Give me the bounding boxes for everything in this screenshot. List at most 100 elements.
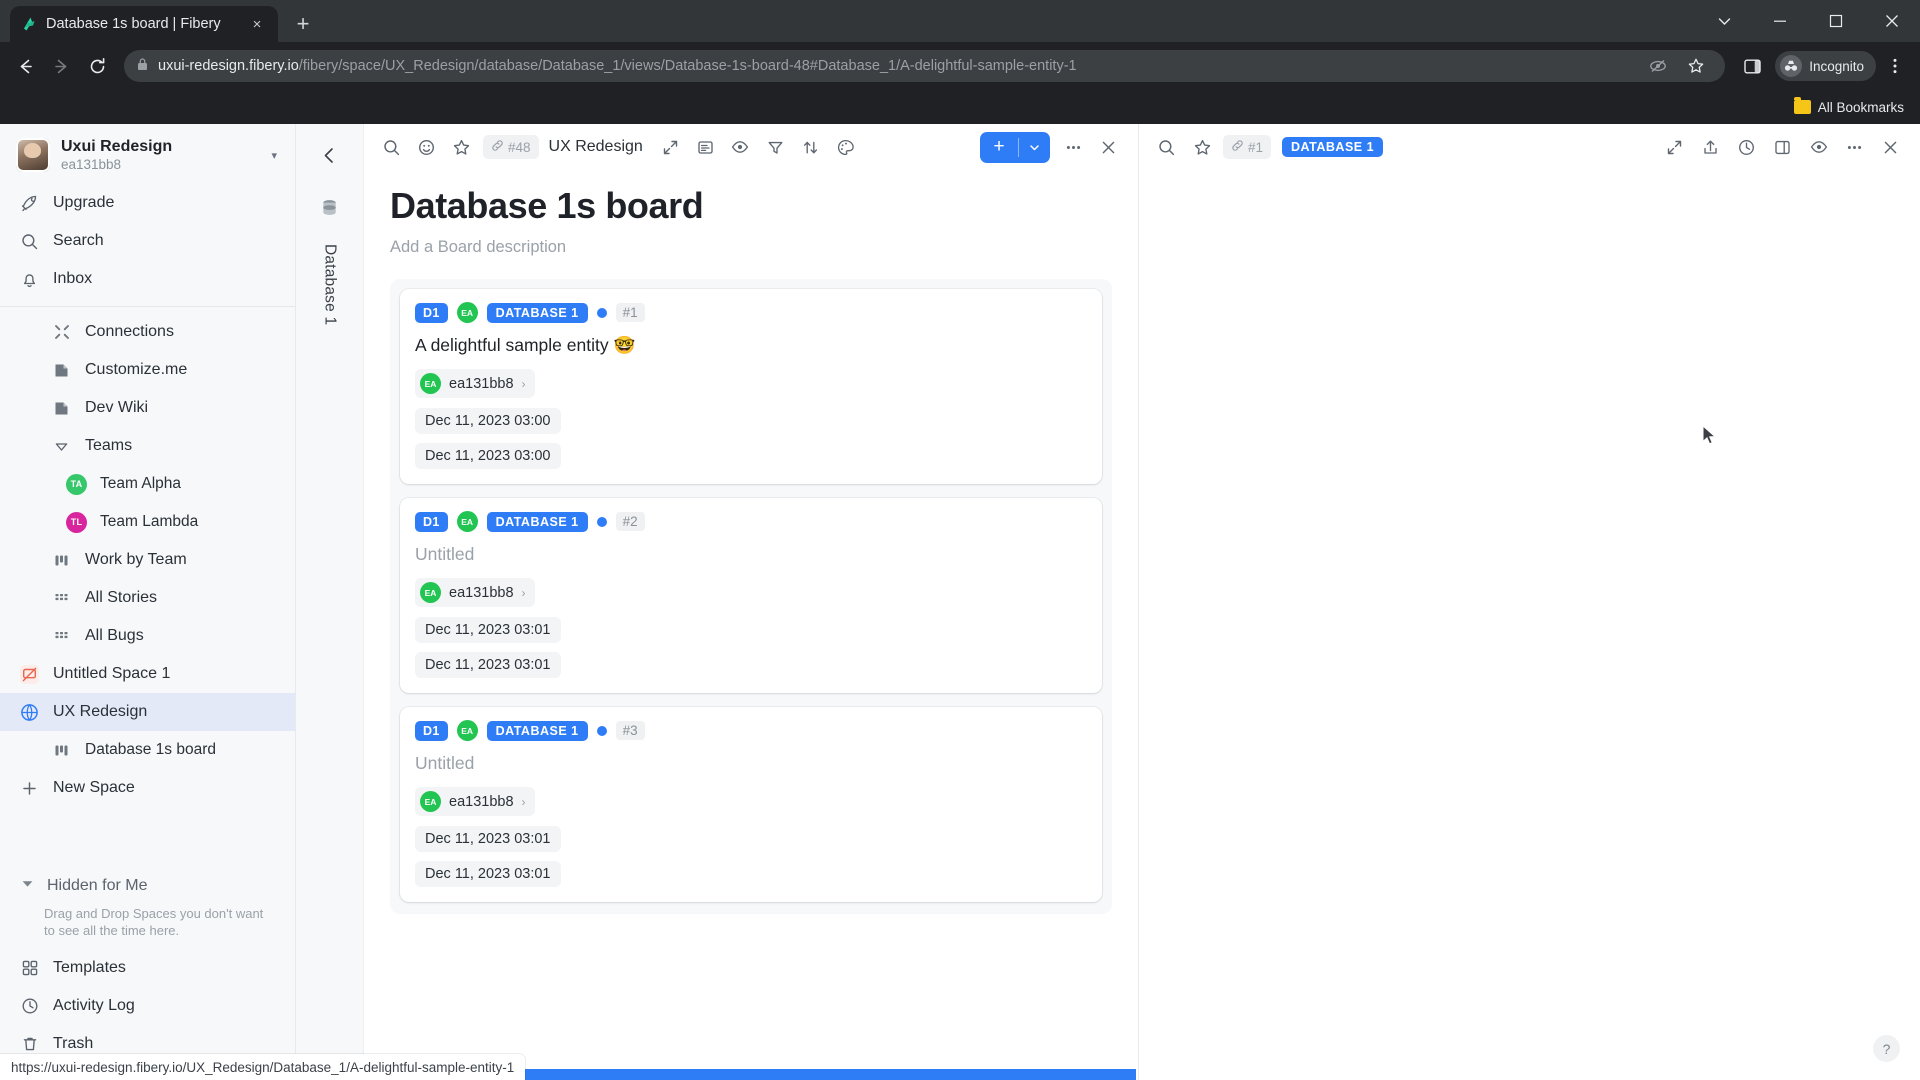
sidebar-item-team-lambda[interactable]: TL Team Lambda — [0, 503, 295, 541]
url-text: uxui-redesign.fibery.io/fibery/space/UX_… — [158, 58, 1632, 74]
forward-button[interactable] — [44, 49, 78, 83]
rocket-icon — [19, 194, 40, 213]
tab-close-icon[interactable]: × — [246, 13, 268, 35]
close-icon[interactable] — [1864, 0, 1920, 42]
card-title[interactable]: A delightful sample entity 🤓 — [415, 335, 1087, 356]
card-title[interactable]: Untitled — [415, 753, 1087, 774]
third-party-cookies-icon[interactable] — [1641, 49, 1675, 83]
card-title[interactable]: Untitled — [415, 544, 1087, 565]
board-description-placeholder[interactable]: Add a Board description — [364, 228, 1138, 257]
sidebar-item-teams[interactable]: Teams — [0, 427, 295, 465]
history-icon[interactable] — [1731, 132, 1762, 163]
new-tab-button[interactable]: + — [286, 7, 320, 41]
description-icon[interactable] — [690, 132, 721, 163]
sidebar-item-label: UX Redesign — [53, 703, 148, 720]
expand-icon[interactable] — [655, 132, 686, 163]
entity-link-chip[interactable]: #1 — [1223, 135, 1272, 159]
state-dot-icon — [596, 516, 607, 527]
board-card[interactable]: D1 EA DATABASE 1 #2 Untitled EA ea131bb8… — [400, 498, 1102, 693]
sidebar-item-upgrade[interactable]: Upgrade — [0, 184, 295, 222]
sidebar-item-untitled-space-1[interactable]: Untitled Space 1 — [0, 655, 295, 693]
sidebar-item-dev-wiki[interactable]: Dev Wiki — [0, 389, 295, 427]
maximize-icon[interactable] — [1808, 0, 1864, 42]
address-bar[interactable]: uxui-redesign.fibery.io/fibery/space/UX_… — [124, 49, 1726, 83]
breadcrumb[interactable]: UX Redesign — [545, 138, 651, 156]
avatar: EA — [456, 511, 478, 532]
hidden-for-me-header[interactable]: Hidden for Me — [0, 869, 295, 903]
expand-icon[interactable] — [1659, 132, 1690, 163]
search-icon[interactable] — [376, 132, 407, 163]
card-owner-chip[interactable]: EA ea131bb8 › — [415, 578, 535, 607]
collapse-triangle-icon[interactable] — [19, 875, 36, 897]
sidebar-divider — [0, 306, 295, 307]
more-icon[interactable] — [1058, 132, 1089, 163]
bookmark-star-icon[interactable] — [1679, 49, 1713, 83]
back-button[interactable] — [8, 49, 42, 83]
board-link-chip[interactable]: #48 — [483, 135, 539, 159]
share-icon[interactable] — [1695, 132, 1726, 163]
detail-toolbar: #1 DATABASE 1 — [1139, 124, 1920, 170]
sidebar-item-search[interactable]: Search — [0, 222, 295, 260]
window-controls — [1696, 0, 1920, 42]
eye-icon[interactable] — [1803, 132, 1834, 163]
all-bookmarks-button[interactable]: All Bookmarks — [1793, 97, 1904, 115]
sidebar-item-templates[interactable]: Templates — [0, 949, 295, 987]
avatar: EA — [420, 373, 441, 394]
sidebar-item-work-by-team[interactable]: Work by Team — [0, 541, 295, 579]
chevron-down-icon[interactable] — [1019, 142, 1050, 153]
help-button[interactable]: ? — [1873, 1035, 1900, 1062]
tab-search-icon[interactable] — [1696, 0, 1752, 42]
eye-icon[interactable] — [725, 132, 756, 163]
card-number: #3 — [615, 721, 645, 740]
chevron-down-icon[interactable]: ▾ — [271, 149, 281, 162]
card-owner-chip[interactable]: EA ea131bb8 › — [415, 787, 535, 816]
board-card[interactable]: D1 EA DATABASE 1 #3 Untitled EA ea131bb8… — [400, 707, 1102, 902]
database-badge: DATABASE 1 — [1282, 137, 1384, 157]
grid-icon — [51, 628, 72, 645]
emoji-icon[interactable] — [411, 132, 442, 163]
database-badge: DATABASE 1 — [486, 720, 588, 741]
workspace-header[interactable]: Uxui Redesign ea131bb8 ▾ — [0, 124, 295, 184]
reload-button[interactable] — [80, 49, 114, 83]
sidebar-item-ux-redesign[interactable]: UX Redesign — [0, 693, 295, 731]
state-dot-icon — [596, 725, 607, 736]
palette-icon[interactable] — [830, 132, 861, 163]
card-number: #1 — [615, 303, 645, 322]
minimize-icon[interactable] — [1752, 0, 1808, 42]
rail-back-button[interactable] — [319, 138, 340, 172]
browser-tab[interactable]: Database 1s board | Fibery × — [10, 6, 278, 42]
card-owner-chip[interactable]: EA ea131bb8 › — [415, 369, 535, 398]
sidebar-item-label: Activity Log — [53, 997, 135, 1014]
collapse-triangle-icon[interactable] — [51, 438, 72, 455]
board-panel: #48 UX Redesign + Database 1s board Add … — [364, 124, 1138, 1080]
search-icon[interactable] — [1151, 132, 1182, 163]
sidebar-item-new-space[interactable]: New Space — [0, 769, 295, 807]
filter-icon[interactable] — [760, 132, 791, 163]
sort-icon[interactable] — [795, 132, 826, 163]
sidebar-item-team-alpha[interactable]: TA Team Alpha — [0, 465, 295, 503]
chrome-menu-icon[interactable] — [1878, 49, 1912, 83]
board-card[interactable]: D1 EA DATABASE 1 #1 A delightful sample … — [400, 289, 1102, 484]
sidebar-item-all-bugs[interactable]: All Bugs — [0, 617, 295, 655]
sidebar-item-inbox[interactable]: Inbox — [0, 260, 295, 298]
profile-incognito-chip[interactable]: Incognito — [1775, 51, 1876, 81]
side-panel-icon[interactable] — [1735, 49, 1769, 83]
sidebar-item-all-stories[interactable]: All Stories — [0, 579, 295, 617]
database-badge: DATABASE 1 — [486, 302, 588, 323]
sidebar-item-label: Connections — [85, 323, 174, 340]
status-badge: D1 — [415, 511, 448, 532]
star-icon[interactable] — [1187, 132, 1218, 163]
more-icon[interactable] — [1839, 132, 1870, 163]
avatar: TA — [66, 473, 87, 495]
close-icon[interactable] — [1875, 132, 1906, 163]
status-bar-url: https://uxui-redesign.fibery.io/UX_Redes… — [0, 1054, 526, 1080]
sidebar-item-connections[interactable]: Connections — [0, 313, 295, 351]
layout-icon[interactable] — [1767, 132, 1798, 163]
sidebar-item-customize-me[interactable]: Customize.me — [0, 351, 295, 389]
sidebar-item-activity-log[interactable]: Activity Log — [0, 987, 295, 1025]
close-icon[interactable] — [1093, 132, 1124, 163]
add-entity-label[interactable]: + — [980, 136, 1018, 158]
add-entity-button[interactable]: + — [980, 131, 1050, 163]
star-icon[interactable] — [446, 132, 477, 163]
sidebar-item-database-1s-board[interactable]: Database 1s board — [0, 731, 295, 769]
